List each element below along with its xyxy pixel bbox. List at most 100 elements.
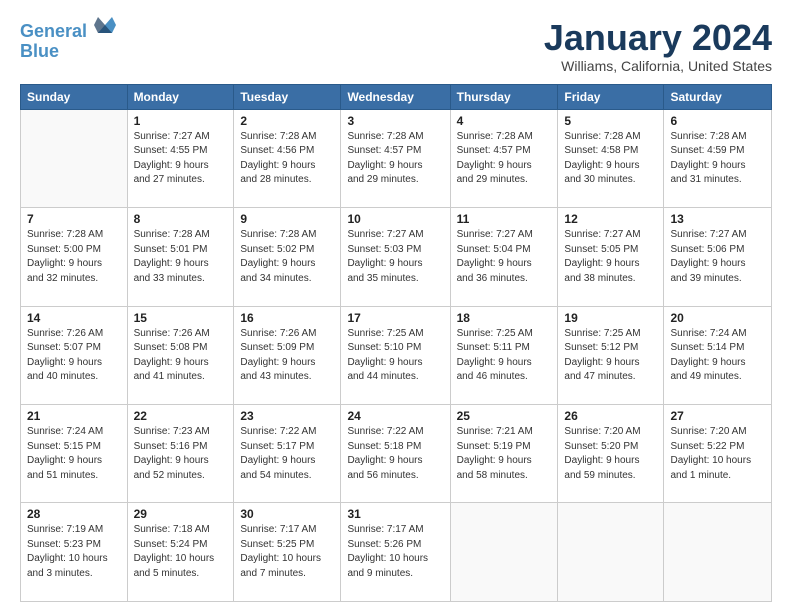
day-number: 6 [670,114,765,128]
day-number: 27 [670,409,765,423]
day-cell: 28 Sunrise: 7:19 AM Sunset: 5:23 PM Dayli… [21,503,128,602]
day-info: Sunrise: 7:17 AM Sunset: 5:25 PM Dayligh… [240,523,334,581]
day-number: 17 [347,311,443,325]
day-number: 3 [347,114,443,128]
day-info: Sunrise: 7:20 AM Sunset: 5:22 PM Dayligh… [670,425,765,483]
day-info: Sunrise: 7:23 AM Sunset: 5:16 PM Dayligh… [134,425,228,483]
day-info: Sunrise: 7:28 AM Sunset: 4:58 PM Dayligh… [564,130,657,188]
title-area: January 2024 Williams, California, Unite… [544,18,772,74]
day-info: Sunrise: 7:22 AM Sunset: 5:17 PM Dayligh… [240,425,334,483]
day-info: Sunrise: 7:24 AM Sunset: 5:15 PM Dayligh… [27,425,121,483]
day-number: 5 [564,114,657,128]
col-header-saturday: Saturday [664,84,772,109]
day-number: 12 [564,212,657,226]
day-info: Sunrise: 7:17 AM Sunset: 5:26 PM Dayligh… [347,523,443,581]
day-number: 26 [564,409,657,423]
logo-icon [94,15,116,37]
week-row-5: 28 Sunrise: 7:19 AM Sunset: 5:23 PM Dayli… [21,503,772,602]
col-header-tuesday: Tuesday [234,84,341,109]
logo-line1: General [20,21,87,41]
day-cell: 27 Sunrise: 7:20 AM Sunset: 5:22 PM Dayli… [664,405,772,503]
day-number: 10 [347,212,443,226]
day-info: Sunrise: 7:18 AM Sunset: 5:24 PM Dayligh… [134,523,228,581]
logo-line2: Blue [20,42,116,62]
day-cell: 31 Sunrise: 7:17 AM Sunset: 5:26 PM Dayli… [341,503,450,602]
day-info: Sunrise: 7:28 AM Sunset: 4:57 PM Dayligh… [457,130,552,188]
day-info: Sunrise: 7:26 AM Sunset: 5:09 PM Dayligh… [240,327,334,385]
day-cell: 15Sunrise: 7:26 AM Sunset: 5:08 PM Dayli… [127,306,234,404]
day-info: Sunrise: 7:25 AM Sunset: 5:10 PM Dayligh… [347,327,443,385]
day-cell: 9 Sunrise: 7:28 AM Sunset: 5:02 PM Daylig… [234,208,341,306]
col-header-thursday: Thursday [450,84,558,109]
day-cell: 4 Sunrise: 7:28 AM Sunset: 4:57 PM Daylig… [450,109,558,207]
day-info: Sunrise: 7:28 AM Sunset: 5:02 PM Dayligh… [240,228,334,286]
day-cell [664,503,772,602]
day-number: 13 [670,212,765,226]
day-cell: 23Sunrise: 7:22 AM Sunset: 5:17 PM Dayli… [234,405,341,503]
day-cell: 6 Sunrise: 7:28 AM Sunset: 4:59 PM Daylig… [664,109,772,207]
day-info: Sunrise: 7:25 AM Sunset: 5:12 PM Dayligh… [564,327,657,385]
day-info: Sunrise: 7:27 AM Sunset: 5:05 PM Dayligh… [564,228,657,286]
day-number: 16 [240,311,334,325]
day-number: 14 [27,311,121,325]
day-number: 25 [457,409,552,423]
day-info: Sunrise: 7:28 AM Sunset: 5:00 PM Dayligh… [27,228,121,286]
day-cell: 3 Sunrise: 7:28 AM Sunset: 4:57 PM Daylig… [341,109,450,207]
day-number: 9 [240,212,334,226]
day-cell: 18Sunrise: 7:25 AM Sunset: 5:11 PM Dayli… [450,306,558,404]
day-cell: 29 Sunrise: 7:18 AM Sunset: 5:24 PM Dayli… [127,503,234,602]
day-info: Sunrise: 7:27 AM Sunset: 4:55 PM Dayligh… [134,130,228,188]
day-number: 2 [240,114,334,128]
month-title: January 2024 [544,18,772,58]
col-header-sunday: Sunday [21,84,128,109]
header: General Blue January 2024 Williams, Cali… [20,18,772,74]
day-info: Sunrise: 7:27 AM Sunset: 5:03 PM Dayligh… [347,228,443,286]
day-number: 4 [457,114,552,128]
day-number: 29 [134,507,228,521]
day-cell: 17 Sunrise: 7:25 AM Sunset: 5:10 PM Dayli… [341,306,450,404]
day-cell: 24 Sunrise: 7:22 AM Sunset: 5:18 PM Dayli… [341,405,450,503]
day-cell: 21 Sunrise: 7:24 AM Sunset: 5:15 PM Dayli… [21,405,128,503]
page: General Blue January 2024 Williams, Cali… [0,0,792,612]
day-info: Sunrise: 7:24 AM Sunset: 5:14 PM Dayligh… [670,327,765,385]
day-info: Sunrise: 7:21 AM Sunset: 5:19 PM Dayligh… [457,425,552,483]
day-number: 20 [670,311,765,325]
day-info: Sunrise: 7:28 AM Sunset: 4:56 PM Dayligh… [240,130,334,188]
day-number: 21 [27,409,121,423]
logo: General Blue [20,22,116,62]
day-number: 24 [347,409,443,423]
day-info: Sunrise: 7:27 AM Sunset: 5:06 PM Dayligh… [670,228,765,286]
day-cell: 10 Sunrise: 7:27 AM Sunset: 5:03 PM Dayli… [341,208,450,306]
day-cell: 8Sunrise: 7:28 AM Sunset: 5:01 PM Daylig… [127,208,234,306]
day-number: 28 [27,507,121,521]
day-number: 15 [134,311,228,325]
day-cell: 1 Sunrise: 7:27 AM Sunset: 4:55 PM Daylig… [127,109,234,207]
day-number: 7 [27,212,121,226]
day-number: 31 [347,507,443,521]
day-cell: 14 Sunrise: 7:26 AM Sunset: 5:07 PM Dayli… [21,306,128,404]
day-cell: 30Sunrise: 7:17 AM Sunset: 5:25 PM Dayli… [234,503,341,602]
day-info: Sunrise: 7:26 AM Sunset: 5:07 PM Dayligh… [27,327,121,385]
day-cell: 16 Sunrise: 7:26 AM Sunset: 5:09 PM Dayli… [234,306,341,404]
col-header-monday: Monday [127,84,234,109]
day-number: 1 [134,114,228,128]
day-number: 18 [457,311,552,325]
week-row-1: 1 Sunrise: 7:27 AM Sunset: 4:55 PM Daylig… [21,109,772,207]
week-row-4: 21 Sunrise: 7:24 AM Sunset: 5:15 PM Dayli… [21,405,772,503]
calendar-table: SundayMondayTuesdayWednesdayThursdayFrid… [20,84,772,602]
week-row-3: 14 Sunrise: 7:26 AM Sunset: 5:07 PM Dayli… [21,306,772,404]
day-cell: 12 Sunrise: 7:27 AM Sunset: 5:05 PM Dayli… [558,208,664,306]
day-cell: 5 Sunrise: 7:28 AM Sunset: 4:58 PM Daylig… [558,109,664,207]
day-cell: 13 Sunrise: 7:27 AM Sunset: 5:06 PM Dayli… [664,208,772,306]
day-info: Sunrise: 7:19 AM Sunset: 5:23 PM Dayligh… [27,523,121,581]
day-info: Sunrise: 7:22 AM Sunset: 5:18 PM Dayligh… [347,425,443,483]
day-number: 8 [134,212,228,226]
day-info: Sunrise: 7:28 AM Sunset: 4:57 PM Dayligh… [347,130,443,188]
day-number: 22 [134,409,228,423]
col-header-friday: Friday [558,84,664,109]
day-info: Sunrise: 7:27 AM Sunset: 5:04 PM Dayligh… [457,228,552,286]
day-info: Sunrise: 7:28 AM Sunset: 4:59 PM Dayligh… [670,130,765,188]
header-row: SundayMondayTuesdayWednesdayThursdayFrid… [21,84,772,109]
day-cell: 7 Sunrise: 7:28 AM Sunset: 5:00 PM Daylig… [21,208,128,306]
day-cell: 22 Sunrise: 7:23 AM Sunset: 5:16 PM Dayli… [127,405,234,503]
